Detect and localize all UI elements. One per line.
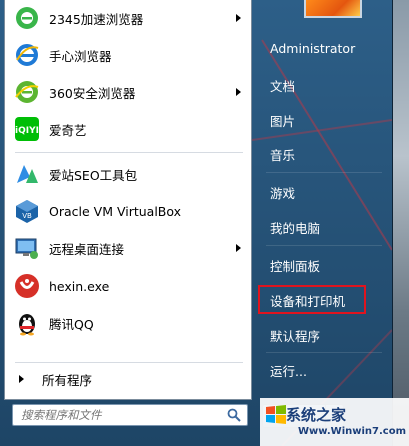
program-item-qq[interactable]: 腾讯QQ (5, 305, 251, 341)
aizhan-seo-icon (13, 160, 41, 188)
program-label: Oracle VM VirtualBox (49, 203, 182, 219)
program-label: 腾讯QQ (49, 316, 94, 332)
svg-text:iQIYI: iQIYI (15, 126, 39, 136)
right-link-label: 运行... (270, 363, 307, 379)
right-link-documents[interactable]: 文档 (262, 71, 374, 99)
right-divider (266, 245, 382, 246)
program-label: 手心浏览器 (49, 48, 112, 64)
right-link-label: 文档 (270, 78, 296, 94)
remote-desktop-icon (13, 234, 41, 262)
qq-penguin-icon (13, 309, 41, 337)
program-divider (15, 152, 243, 153)
right-link-label: Administrator (270, 40, 356, 56)
right-divider (266, 352, 382, 353)
submenu-arrow-icon (236, 14, 241, 22)
search-box[interactable] (12, 404, 248, 426)
right-link-computer[interactable]: 我的电脑 (262, 213, 374, 241)
all-programs-arrow-icon (19, 375, 24, 383)
right-divider (266, 172, 382, 173)
program-label: 爱站SEO工具包 (49, 167, 138, 183)
desktop-wallpaper (392, 0, 409, 446)
user-picture[interactable] (304, 0, 362, 18)
watermark-text: 系统之家 (286, 406, 347, 424)
right-link-default-programs[interactable]: 默认程序 (262, 321, 374, 349)
right-link-label: 我的电脑 (270, 220, 321, 236)
right-link-label: 音乐 (270, 147, 296, 163)
virtualbox-icon: VB (13, 197, 41, 225)
program-item-2345-browser[interactable]: 2345加速浏览器 (5, 0, 251, 36)
highlight-annotation-box (258, 285, 366, 314)
right-link-label: 控制面板 (270, 258, 321, 274)
right-link-pictures[interactable]: 图片 (262, 106, 374, 134)
right-link-games[interactable]: 游戏 (262, 178, 374, 206)
right-link-label: 图片 (270, 113, 296, 129)
program-item-iqiyi[interactable]: iQIYI 爱奇艺 (5, 111, 251, 147)
submenu-arrow-icon (236, 88, 241, 96)
svg-text:VB: VB (22, 212, 32, 220)
right-link-run[interactable]: 运行... (262, 356, 374, 384)
right-link-label: 游戏 (270, 185, 296, 201)
search-input[interactable] (13, 407, 213, 423)
right-link-administrator[interactable]: Administrator (262, 34, 374, 62)
submenu-arrow-icon (236, 244, 241, 252)
all-programs-label: 所有程序 (42, 372, 93, 388)
program-item-aizhan-seo[interactable]: 爱站SEO工具包 (5, 156, 251, 192)
2345-browser-icon (13, 4, 41, 32)
right-link-control-panel[interactable]: 控制面板 (262, 251, 374, 279)
start-menu: 2345加速浏览器 手心浏览器 360安全浏览器 iQIYI 爱奇艺 爱站SEO… (0, 0, 393, 446)
program-item-360-browser[interactable]: 360安全浏览器 (5, 74, 251, 110)
program-item-hexin[interactable]: hexin.exe (5, 268, 251, 304)
program-item-remote-desktop[interactable]: 远程桌面连接 (5, 230, 251, 266)
programs-pane: 2345加速浏览器 手心浏览器 360安全浏览器 iQIYI 爱奇艺 爱站SEO… (4, 0, 252, 400)
windows-logo-icon (266, 405, 286, 424)
program-item-shouxin-browser[interactable]: 手心浏览器 (5, 37, 251, 73)
ie-browser-icon (13, 41, 41, 69)
program-label: 爱奇艺 (49, 122, 87, 138)
hexin-icon (13, 272, 41, 300)
program-label: 2345加速浏览器 (49, 11, 144, 27)
search-icon[interactable] (224, 405, 244, 425)
watermark-url: Www.Winwin7.com (298, 426, 407, 437)
program-label: 360安全浏览器 (49, 85, 136, 101)
program-item-virtualbox[interactable]: VB Oracle VM VirtualBox (5, 193, 251, 229)
all-programs-divider (15, 362, 243, 363)
program-label: hexin.exe (49, 278, 110, 294)
iqiyi-icon: iQIYI (13, 115, 41, 143)
right-link-music[interactable]: 音乐 (262, 140, 374, 168)
all-programs-button[interactable]: 所有程序 (5, 364, 251, 394)
program-label: 远程桌面连接 (49, 241, 125, 257)
right-link-label: 默认程序 (270, 328, 321, 344)
360-browser-icon (13, 78, 41, 106)
